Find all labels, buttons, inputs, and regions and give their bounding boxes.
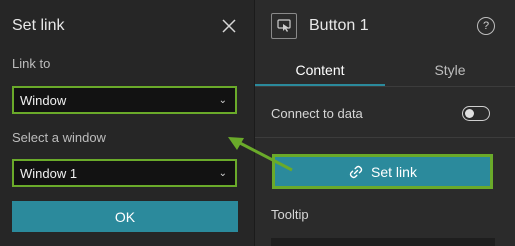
close-icon bbox=[222, 19, 236, 33]
link-icon bbox=[349, 165, 363, 178]
tab-content[interactable]: Content bbox=[255, 62, 385, 86]
close-button[interactable] bbox=[219, 16, 239, 36]
chevron-down-icon: ⌄ bbox=[218, 167, 227, 179]
link-to-label: Link to bbox=[12, 56, 51, 71]
toggle-knob bbox=[465, 108, 474, 118]
select-window-select[interactable]: Window 1 ⌄ bbox=[12, 159, 237, 187]
connect-to-data-label: Connect to data bbox=[271, 106, 363, 121]
set-link-button[interactable]: Set link bbox=[272, 154, 493, 189]
help-icon[interactable]: ? bbox=[477, 17, 495, 35]
tooltip-label: Tooltip bbox=[271, 207, 309, 222]
section-divider bbox=[255, 137, 515, 138]
select-window-label: Select a window bbox=[12, 130, 106, 145]
set-link-button-label: Set link bbox=[371, 163, 417, 180]
tab-style[interactable]: Style bbox=[385, 62, 515, 86]
button-widget-icon bbox=[271, 13, 297, 39]
set-link-panel: Set link Link to Window ⌄ Select a windo… bbox=[0, 0, 254, 246]
link-to-value: Window bbox=[20, 92, 67, 108]
component-settings-panel: Button 1 ? Content Style Connect to data… bbox=[255, 0, 515, 246]
set-link-title: Set link bbox=[12, 17, 65, 34]
tab-divider bbox=[255, 86, 515, 87]
ok-button[interactable]: OK bbox=[12, 201, 238, 232]
connect-to-data-toggle[interactable] bbox=[462, 106, 490, 121]
chevron-down-icon: ⌄ bbox=[218, 94, 227, 106]
select-window-value: Window 1 bbox=[20, 165, 78, 181]
component-title: Button 1 bbox=[309, 17, 369, 34]
link-to-select[interactable]: Window ⌄ bbox=[12, 86, 237, 114]
tooltip-input[interactable] bbox=[271, 238, 495, 246]
